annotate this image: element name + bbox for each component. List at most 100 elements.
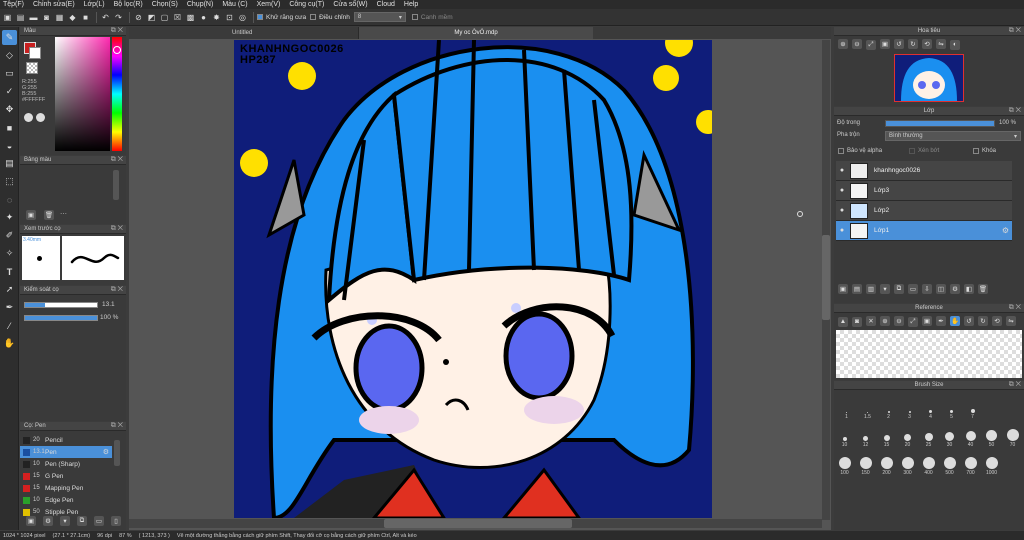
menu-item[interactable]: Chỉnh sửa(E)	[33, 1, 75, 8]
ref-flip-icon[interactable]: ⇋	[1006, 316, 1016, 326]
visibility-eye-icon[interactable]: ●	[836, 227, 848, 234]
tab-active-document[interactable]: My oc ÒvÓ.mdp	[359, 27, 593, 39]
panel-close-icon[interactable]: ⧉ ✕	[1009, 381, 1021, 389]
brush-size-option[interactable]: 20	[897, 422, 918, 448]
ref-zoom-in-icon[interactable]: ⊕	[880, 316, 890, 326]
brush-size-option[interactable]: 1	[836, 394, 857, 420]
selection-gear-icon[interactable]: ✸	[211, 12, 222, 23]
panel-close-icon[interactable]: ⧉ ✕	[111, 156, 123, 164]
size-slider[interactable]	[24, 302, 98, 308]
brush-size-option[interactable]: 4	[920, 394, 941, 420]
layer-row[interactable]: ● khanhngoc0026	[836, 161, 1012, 181]
comment-icon[interactable]: ▬	[28, 12, 39, 23]
menu-item[interactable]: Cloud	[377, 1, 395, 8]
ref-fit-icon[interactable]: ⤢	[908, 317, 918, 327]
brush-size-option[interactable]: 5	[941, 394, 962, 420]
new-layer-8bit-icon[interactable]: ▤	[852, 284, 862, 294]
brush-list-item[interactable]: 13.1 Pen ⚙	[20, 446, 112, 458]
add-brush-icon[interactable]: ▣	[26, 516, 36, 526]
visibility-eye-icon[interactable]: ●	[836, 207, 848, 214]
panel-close-icon[interactable]: ⧉ ✕	[111, 422, 123, 430]
fill-rect-tool-icon[interactable]: ■	[2, 120, 17, 135]
horizontal-scrollbar[interactable]	[129, 519, 822, 528]
reset-rotation-icon[interactable]: ⟲	[922, 39, 932, 49]
protect-alpha-checkbox[interactable]	[838, 148, 844, 154]
document-canvas[interactable]: KHANHNGOC0026 HP287	[234, 40, 712, 518]
brush-size-option[interactable]: 2	[878, 394, 899, 420]
layer-folder-icon[interactable]: ▭	[908, 284, 918, 294]
delete-layer-icon[interactable]: 🗑	[978, 284, 988, 294]
hue-slider[interactable]	[112, 37, 122, 151]
layer-row[interactable]: ● Lớp3	[836, 181, 1012, 201]
brush-size-option[interactable]: 400	[918, 450, 939, 476]
color-mode-icon[interactable]	[24, 113, 33, 122]
visibility-eye-icon[interactable]: ●	[836, 167, 848, 174]
flip-icon[interactable]: ⇋	[936, 39, 946, 49]
add-palette-icon[interactable]: ▣	[26, 210, 36, 220]
brush-size-option[interactable]: 70	[1002, 422, 1023, 448]
ref-dropper-icon[interactable]: ✒	[936, 316, 946, 326]
brush-size-option[interactable]: 15	[876, 422, 897, 448]
transparent-color-swatch[interactable]	[26, 62, 38, 74]
brush-size-option[interactable]: 150	[855, 450, 876, 476]
fit-icon[interactable]: ⤢	[866, 40, 876, 50]
clear-layer-icon[interactable]: ◫	[936, 284, 946, 294]
selection-circle-icon[interactable]: ●	[198, 12, 209, 23]
clipping-checkbox[interactable]	[909, 148, 915, 154]
new-icon[interactable]: ▤	[15, 12, 26, 23]
ref-reset-icon[interactable]: ⟲	[992, 316, 1002, 326]
gradient-tool-icon[interactable]: ▤	[2, 156, 17, 171]
duplicate-layer-icon[interactable]: ⧉	[894, 284, 904, 294]
menu-item[interactable]: Lớp(L)	[84, 1, 105, 8]
undo-icon[interactable]: ↶	[100, 12, 111, 23]
saturation-value-square[interactable]	[55, 37, 110, 151]
menu-item[interactable]: Cửa sổ(W)	[333, 1, 367, 8]
new-layer-dropdown-icon[interactable]: ▾	[880, 284, 890, 294]
ref-close-icon[interactable]: ✕	[866, 316, 876, 326]
palette-scrollbar[interactable]	[113, 170, 119, 200]
brush-size-option[interactable]: 25	[918, 422, 939, 448]
hand-tool-icon[interactable]: ✋	[2, 336, 17, 351]
operation-tool-icon[interactable]: ➚	[2, 282, 17, 297]
select-all-icon[interactable]: ▢	[159, 12, 170, 23]
layer-row[interactable]: ● Lớp1 ⚙	[836, 221, 1012, 241]
panel-close-icon[interactable]: ⧉ ✕	[111, 27, 123, 35]
brush-size-option[interactable]: 30	[939, 422, 960, 448]
move-tool-icon[interactable]: ✥	[2, 102, 17, 117]
color-picker-icon[interactable]	[36, 113, 45, 122]
brush-size-option[interactable]: 10	[834, 422, 855, 448]
invert-selection-icon[interactable]: ◩	[146, 12, 157, 23]
horizontal-scroll-thumb[interactable]	[384, 519, 572, 528]
ref-actual-icon[interactable]: ▣	[922, 316, 932, 326]
new-layer-icon[interactable]: ▣	[838, 284, 848, 294]
selection-transform-icon[interactable]: ⊡	[224, 12, 235, 23]
brush-import-icon[interactable]: ▯	[111, 516, 121, 526]
adjust-checkbox[interactable]	[310, 14, 317, 20]
background-color-swatch[interactable]	[29, 47, 41, 59]
brush-size-option[interactable]: 1000	[981, 450, 1002, 476]
lasso-tool-icon[interactable]: ◌	[2, 192, 17, 207]
layer-settings-icon[interactable]: ⚙	[950, 284, 960, 294]
ref-rotate-right-icon[interactable]: ↻	[978, 316, 988, 326]
brush-size-option[interactable]: 200	[876, 450, 897, 476]
dropper2-tool-icon[interactable]: ⁄	[2, 318, 17, 333]
stamp-icon[interactable]: ◆	[67, 12, 78, 23]
brush-list-item[interactable]: 15 G Pen	[20, 470, 112, 482]
selection-grid-icon[interactable]: ▩	[185, 12, 196, 23]
vertical-scrollbar[interactable]	[822, 40, 830, 520]
palette-more-icon[interactable]: ⋯	[60, 210, 67, 220]
new-layer-1bit-icon[interactable]: ▥	[866, 284, 876, 294]
menu-item[interactable]: Help	[404, 1, 418, 8]
brush-size-option[interactable]: 500	[939, 450, 960, 476]
select-rect-tool-icon[interactable]: ⬚	[2, 174, 17, 189]
brush-list-scrollbar[interactable]	[114, 440, 120, 466]
brush-size-option[interactable]: 50	[981, 422, 1002, 448]
brush-list-item[interactable]: 10 Pen (Sharp)	[20, 458, 112, 470]
ref-zoom-out-icon[interactable]: ⊖	[894, 316, 904, 326]
panel-close-icon[interactable]: ⧉ ✕	[1009, 107, 1021, 115]
rectangle-tool-icon[interactable]: ▭	[2, 66, 17, 81]
brush-tool-icon[interactable]: ✎	[2, 30, 17, 45]
adjust-combo[interactable]: 8 ▾	[353, 12, 406, 22]
vertical-scroll-thumb[interactable]	[822, 235, 830, 320]
brush-size-option[interactable]: 300	[897, 450, 918, 476]
